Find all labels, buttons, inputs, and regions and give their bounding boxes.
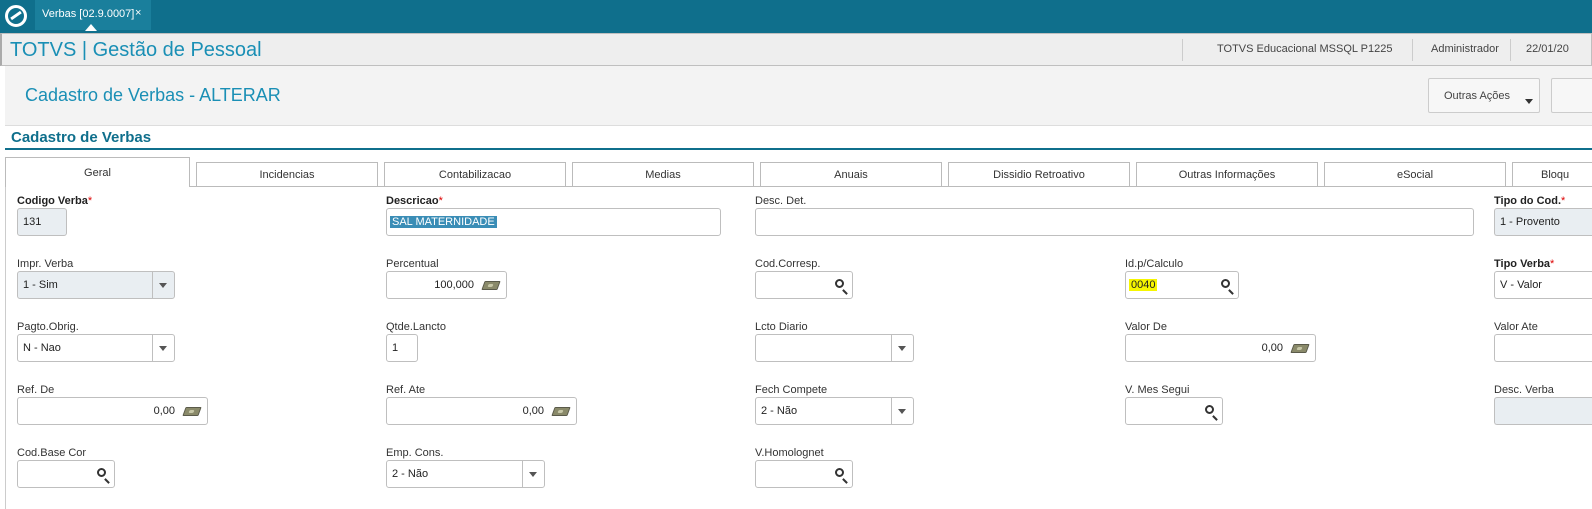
outras-acoes-button[interactable]: Outras Ações [1428,78,1540,113]
page-title: Cadastro de Verbas - ALTERAR [25,85,281,105]
tipo-cod-field[interactable]: 1 - Provento [1494,208,1592,236]
fech-compete-label: Fech Compete [755,384,828,396]
chevron-down-icon [1525,99,1533,104]
descricao-value: SAL MATERNIDADE [390,216,497,228]
lcto-diario-label: Lcto Diario [755,321,808,333]
qtde-lancto-field[interactable]: 1 [386,334,418,362]
desc-verba-field[interactable] [1494,397,1592,425]
ref-ate-field[interactable]: 0,00 [386,397,577,425]
divider [1510,39,1511,61]
chevron-down-icon[interactable] [891,398,913,424]
page-header: Cadastro de Verbas - ALTERAR Outras Açõe… [5,66,1592,126]
ref-de-label: Ref. De [17,384,55,396]
ref-ate-value: 0,00 [522,405,544,417]
emp-cons-label: Emp. Cons. [386,447,444,459]
desc-verba-label: Desc. Verba [1494,384,1554,396]
qtde-lancto-label: Qtde.Lancto [386,321,446,333]
outras-acoes-label: Outras Ações [1444,90,1511,102]
tab-dissidio-retroativo[interactable]: Dissidio Retroativo [948,162,1130,187]
money-icon [1290,344,1310,353]
lcto-diario-select[interactable] [755,334,914,362]
chevron-down-icon[interactable] [891,335,913,361]
valor-de-label: Valor De [1125,321,1167,333]
active-tab-pointer [85,24,97,31]
ref-de-value: 0,00 [153,405,175,417]
tab-esocial[interactable]: eSocial [1324,162,1506,187]
id-calculo-field[interactable]: 0040 [1125,271,1239,299]
browser-tab-label: Verbas [02.9.0007] [42,8,135,20]
app-header: TOTVS | Gestão de Pessoal TOTVS Educacio… [0,33,1592,66]
desc-det-field[interactable] [755,208,1474,236]
valor-de-field[interactable]: 0,00 [1125,334,1316,362]
tab-outras-informacoes[interactable]: Outras Informações [1136,162,1318,187]
confirm-button[interactable] [1551,78,1592,113]
search-icon[interactable] [835,279,844,288]
totvs-logo-icon[interactable] [5,5,27,27]
cod-base-cor-field[interactable] [17,460,115,488]
tab-geral[interactable]: Geral [5,157,190,187]
search-icon[interactable] [1221,279,1230,288]
fech-compete-select[interactable]: 2 - Não [755,397,914,425]
desc-det-label: Desc. Det. [755,195,807,207]
search-icon[interactable] [97,468,106,477]
percentual-label: Percentual [386,258,439,270]
tab-contabilizacao[interactable]: Contabilizacao [384,162,566,187]
section-divider [5,148,1592,150]
impr-verba-select[interactable]: 1 - Sim [17,271,175,299]
codigo-verba-field[interactable]: 131 [17,208,67,236]
ref-de-field[interactable]: 0,00 [17,397,208,425]
pagto-obrig-label: Pagto.Obrig. [17,321,79,333]
chevron-down-icon[interactable] [152,335,174,361]
app-title: TOTVS | Gestão de Pessoal [10,39,262,61]
chevron-down-icon[interactable] [522,461,544,487]
tab-medias[interactable]: Medias [572,162,754,187]
tipo-verba-field[interactable]: V - Valor [1494,271,1592,299]
percentual-field[interactable]: 100,000 [386,271,507,299]
pagto-obrig-value: N - Nao [23,342,61,354]
emp-cons-value: 2 - Não [392,468,429,480]
descricao-field[interactable]: SAL MATERNIDADE [386,208,721,236]
user-label[interactable]: Administrador [1431,43,1499,55]
tab-incidencias[interactable]: Incidencias [196,162,378,187]
impr-verba-value: 1 - Sim [23,279,58,291]
id-calculo-value: 0040 [1129,279,1158,291]
tipo-verba-label: Tipo Verba* [1494,258,1555,270]
v-homolognet-field[interactable] [755,460,853,488]
cod-corresp-field[interactable] [755,271,853,299]
cod-corresp-label: Cod.Corresp. [755,258,821,270]
valor-ate-field[interactable] [1494,334,1592,362]
descricao-label: Descricao* [386,195,443,207]
divider [1412,39,1413,61]
v-mes-segui-label: V. Mes Segui [1125,384,1190,396]
top-bar: Verbas [02.9.0007] × [0,0,1592,33]
percentual-value: 100,000 [434,279,474,291]
section-title: Cadastro de Verbas [11,129,152,146]
money-icon [481,281,501,290]
id-calculo-label: Id.p/Calculo [1125,258,1184,270]
tipo-cod-label: Tipo do Cod.* [1494,195,1566,207]
codigo-verba-label: Codigo Verba* [17,195,93,207]
money-icon [182,407,202,416]
emp-cons-select[interactable]: 2 - Não [386,460,545,488]
fech-compete-value: 2 - Não [761,405,798,417]
environment-label: TOTVS Educacional MSSQL P1225 [1217,43,1393,55]
search-icon[interactable] [835,468,844,477]
cod-base-cor-label: Cod.Base Cor [17,447,87,459]
valor-ate-label: Valor Ate [1494,321,1538,333]
v-mes-segui-field[interactable] [1125,397,1223,425]
ref-ate-label: Ref. Ate [386,384,426,396]
tab-bloqueio[interactable]: Bloqu [1512,162,1592,187]
v-homolognet-label: V.Homolognet [755,447,824,459]
impr-verba-label: Impr. Verba [17,258,74,270]
tab-anuais[interactable]: Anuais [760,162,942,187]
date-label: 22/01/20 [1526,43,1569,55]
valor-de-value: 0,00 [1261,342,1283,354]
pagto-obrig-select[interactable]: N - Nao [17,334,175,362]
chevron-down-icon[interactable] [152,272,174,298]
divider [1182,39,1183,61]
money-icon [551,407,571,416]
close-icon[interactable]: × [135,0,141,26]
search-icon[interactable] [1205,405,1214,414]
